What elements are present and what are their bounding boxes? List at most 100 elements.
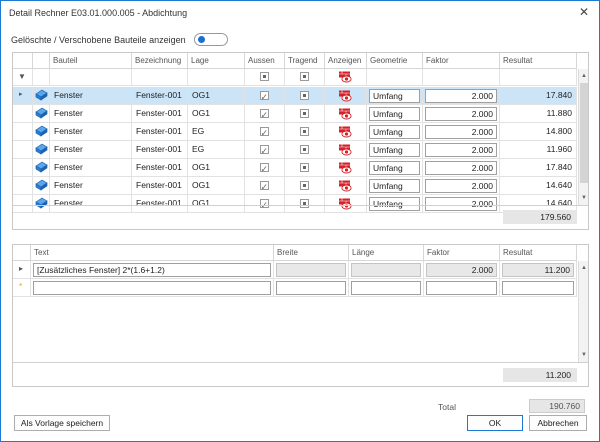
geometrie-input[interactable]: Umfang [369,89,420,103]
tragend-checkbox[interactable] [299,127,309,136]
tragend-checkbox[interactable] [299,199,309,208]
col-header-tragend[interactable]: Tragend [285,53,325,69]
lower-row-0-resultat[interactable]: 11.200 [500,261,577,279]
table-row-4-faktor[interactable]: 2.000 [423,159,500,177]
tragend-checkbox[interactable] [299,91,309,100]
table-row-6-anzeigen[interactable] [325,195,367,213]
tragend-checkbox[interactable] [299,181,309,190]
lower-col-header-text[interactable]: Text [31,245,274,261]
lower-row-1-text[interactable] [31,279,274,297]
faktor-input[interactable]: 2.000 [425,143,497,157]
col-header-aussen[interactable]: Aussen [245,53,285,69]
col-header-bauteil[interactable]: Bauteil [50,53,132,69]
lower-breite-input[interactable] [276,281,346,295]
geometrie-input[interactable]: Umfang [369,143,420,157]
faktor-input[interactable]: 2.000 [425,125,497,139]
geometrie-input[interactable]: Umfang [369,197,420,211]
table-row-1-anzeigen[interactable] [325,105,367,123]
table-row-5-tragend[interactable] [285,177,325,195]
visibility-icon[interactable] [338,126,352,140]
lower-text-input[interactable] [33,281,271,295]
filter-cell-anzeigen[interactable] [325,69,367,86]
lower-col-header-breite[interactable]: Breite [274,245,349,261]
table-row-1-blank1[interactable] [33,105,50,123]
filter-cell-faktor[interactable] [423,69,500,86]
scroll-up-icon[interactable]: ▲ [579,71,588,81]
table-row-3-faktor[interactable]: 2.000 [423,141,500,159]
lower-col-header-resultat[interactable]: Resultat [500,245,577,261]
table-row-1-geometrie[interactable]: Umfang [367,105,423,123]
lower-breite-input[interactable] [276,263,346,277]
aussen-checkbox[interactable] [259,125,269,140]
table-row-3-bauteil[interactable]: Fenster [50,141,132,159]
table-row-6-tragend[interactable] [285,195,325,213]
visibility-icon[interactable] [338,90,352,104]
table-row-5-faktor[interactable]: 2.000 [423,177,500,195]
table-row-4-geometrie[interactable]: Umfang [367,159,423,177]
table-row-6-bezeichnung[interactable]: Fenster-001 [132,195,188,213]
table-row-1-resultat[interactable]: 11.880 [500,105,577,123]
col-header-bezeichnung[interactable]: Bezeichnung [132,53,188,69]
table-row-6-bauteil[interactable]: Fenster [50,195,132,213]
table-row-0-tragend[interactable] [285,87,325,105]
deleted-toggle-switch[interactable] [193,33,228,46]
table-row-2-lage[interactable]: EG [188,123,245,141]
filter-cell-aussen[interactable] [245,69,285,86]
aussen-checkbox[interactable] [259,143,269,158]
table-row-1-tragend[interactable] [285,105,325,123]
table-row-2-bauteil[interactable]: Fenster [50,123,132,141]
scroll-down-icon[interactable]: ▼ [579,350,588,360]
lower-resultat-input[interactable] [502,281,574,295]
visibility-icon[interactable] [338,162,352,176]
close-icon[interactable]: ✕ [577,5,591,19]
table-row-4-bauteil[interactable]: Fenster [50,159,132,177]
table-row-6-geometrie[interactable]: Umfang [367,195,423,213]
lower-resultat-input[interactable]: 11.200 [502,263,574,277]
table-row-4-bezeichnung[interactable]: Fenster-001 [132,159,188,177]
table-row-2-blank1[interactable] [33,123,50,141]
lower-col-header-faktor[interactable]: Faktor [424,245,500,261]
table-row-6-aussen[interactable] [245,195,285,213]
table-row-0-blank1[interactable] [33,87,50,105]
col-header-geometrie[interactable]: Geometrie [367,53,423,69]
col-header-anzeigen[interactable]: Anzeigen [325,53,367,69]
table-row-0-resultat[interactable]: 17.840 [500,87,577,105]
table-row-3-aussen[interactable] [245,141,285,159]
table-row-4-tragend[interactable] [285,159,325,177]
table-row-1-lage[interactable]: OG1 [188,105,245,123]
table-row-4-aussen[interactable] [245,159,285,177]
faktor-input[interactable]: 2.000 [425,197,497,211]
tragend-checkbox[interactable] [299,109,309,118]
scroll-thumb[interactable] [580,83,588,183]
table-row-4-resultat[interactable]: 17.840 [500,159,577,177]
faktor-input[interactable]: 2.000 [425,161,497,175]
table-row-2-resultat[interactable]: 14.800 [500,123,577,141]
filter-icon[interactable]: ▼ [18,69,26,85]
lower-row-1-blank[interactable]: * [13,279,31,297]
table-row-5-bauteil[interactable]: Fenster [50,177,132,195]
col-header-resultat[interactable]: Resultat [500,53,577,69]
faktor-input[interactable]: 2.000 [425,179,497,193]
lower-row-0-text[interactable]: [Zusätzliches Fenster] 2*(1.6+1.2) [31,261,274,279]
table-row-5-blank1[interactable] [33,177,50,195]
lower-row-0-blank[interactable]: ▸ [13,261,31,279]
table-row-6-lage[interactable]: OG1 [188,195,245,213]
vertical-scrollbar[interactable]: ▲ ▼ [578,69,588,205]
filter-cell-tragend[interactable] [285,69,325,86]
lower-laenge-input[interactable] [351,263,421,277]
table-row-1-bauteil[interactable]: Fenster [50,105,132,123]
table-row-2-aussen[interactable] [245,123,285,141]
geometrie-input[interactable]: Umfang [369,125,420,139]
tragend-filter-checkbox[interactable] [299,72,309,81]
tragend-checkbox[interactable] [299,163,309,172]
aussen-checkbox[interactable] [259,179,269,194]
save-template-button[interactable]: Als Vorlage speichern [14,415,110,431]
aussen-checkbox[interactable] [259,107,269,122]
visibility-icon[interactable] [338,180,352,194]
lower-text-input[interactable]: [Zusätzliches Fenster] 2*(1.6+1.2) [33,263,271,277]
visibility-icon[interactable] [338,71,352,85]
geometrie-input[interactable]: Umfang [369,179,420,193]
table-row-3-tragend[interactable] [285,141,325,159]
col-header-faktor[interactable]: Faktor [423,53,500,69]
table-row-0-geometrie[interactable]: Umfang [367,87,423,105]
